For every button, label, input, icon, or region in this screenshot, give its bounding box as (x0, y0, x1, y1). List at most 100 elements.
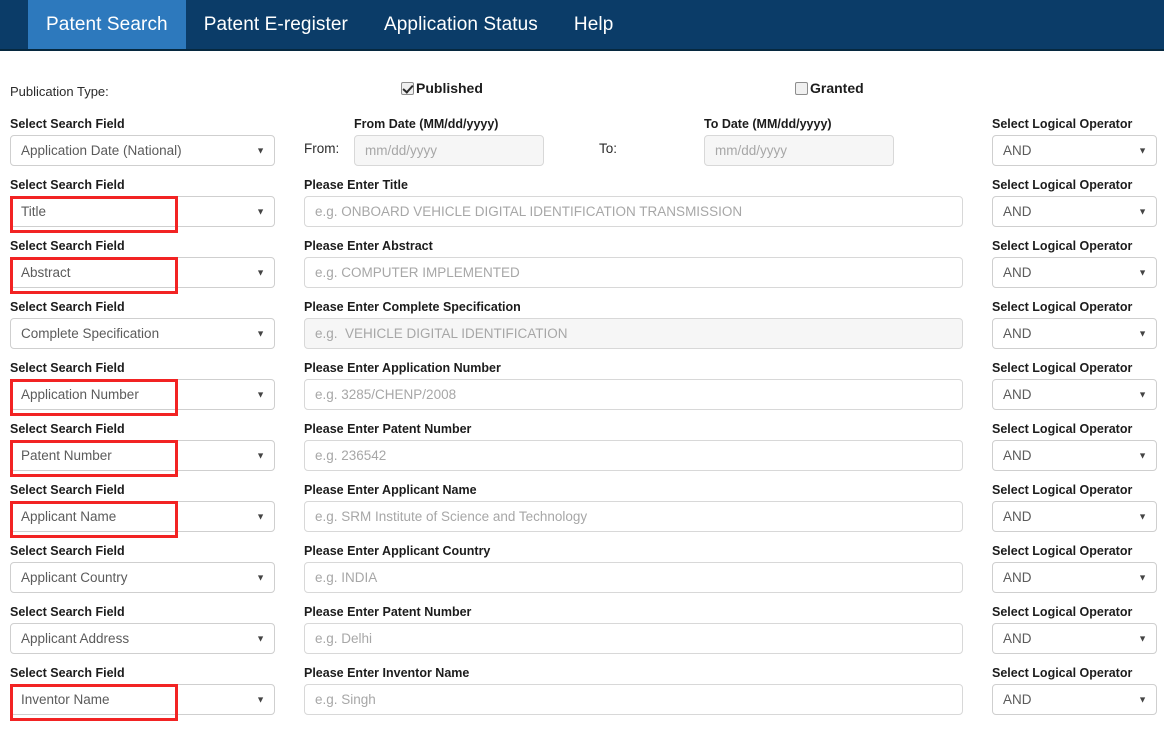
search-row: Select Search Field Applicant Address ▼ Ple… (0, 605, 1164, 666)
logical-operator-select[interactable]: AND ▼ (992, 257, 1157, 288)
search-input-label: Please Enter Patent Number (304, 605, 472, 619)
logical-operator-value: AND (1003, 265, 1032, 280)
search-field-select[interactable]: Application Number ▼ (10, 379, 275, 416)
search-field-value: Inventor Name (21, 692, 110, 707)
logical-operator-select[interactable]: AND ▼ (992, 440, 1157, 471)
logical-operator-label: Select Logical Operator (992, 117, 1133, 131)
logical-operator-value: AND (1003, 448, 1032, 463)
nav-tab-patent-e-register[interactable]: Patent E-register (186, 0, 366, 49)
search-input-label: Please Enter Applicant Name (304, 483, 477, 497)
search-text-input[interactable] (304, 196, 963, 227)
search-field-col: Select Search Field Inventor Name ▼ (10, 666, 275, 721)
logical-operator-value: AND (1003, 387, 1032, 402)
nav-tab-patent-search[interactable]: Patent Search (28, 0, 186, 49)
chevron-down-icon: ▼ (1138, 633, 1147, 643)
search-field-select[interactable]: Abstract ▼ (10, 257, 275, 294)
to-date-input[interactable] (704, 135, 894, 166)
search-text-input[interactable] (304, 440, 963, 471)
search-text-input[interactable] (304, 379, 963, 410)
chevron-down-icon: ▼ (256, 267, 265, 277)
search-value-col: Please Enter Applicant Country (304, 544, 963, 593)
logical-operator-col: Select Logical Operator AND ▼ (992, 422, 1157, 471)
from-prefix-label: From: (304, 141, 340, 156)
search-field-label: Select Search Field (10, 178, 125, 192)
search-row: Select Search Field Applicant Country ▼ Ple… (0, 544, 1164, 605)
search-field-col: Select Search Field Title ▼ (10, 178, 275, 233)
search-rows-container: Select Search Field Title ▼ Please Enter Ti… (0, 178, 1164, 727)
search-text-input[interactable] (304, 562, 963, 593)
logical-operator-select[interactable]: AND ▼ (992, 623, 1157, 654)
logical-operator-select[interactable]: AND ▼ (992, 379, 1157, 410)
search-input-label: Please Enter Title (304, 178, 408, 192)
nav-tab-help[interactable]: Help (556, 0, 631, 49)
logical-operator-select[interactable]: AND ▼ (992, 196, 1157, 227)
search-input-label: Please Enter Application Number (304, 361, 501, 375)
logical-operator-col: Select Logical Operator AND ▼ (992, 239, 1157, 288)
logical-operator-value: AND (1003, 143, 1032, 158)
logical-operator-value: AND (1003, 509, 1032, 524)
chevron-down-icon: ▼ (1138, 450, 1147, 460)
logical-operator-select[interactable]: AND ▼ (992, 318, 1157, 349)
search-value-col: Please Enter Inventor Name (304, 666, 963, 715)
search-field-select[interactable]: Complete Specification ▼ (10, 318, 275, 349)
search-input-label: Please Enter Patent Number (304, 422, 472, 436)
search-field-select[interactable]: Applicant Address ▼ (10, 623, 275, 654)
published-checkbox[interactable] (401, 81, 414, 95)
chevron-down-icon: ▼ (1138, 267, 1147, 277)
logical-operator-col: Select Logical Operator AND ▼ (992, 117, 1157, 166)
to-date-heading: To Date (MM/dd/yyyy) (704, 117, 832, 131)
published-checkbox-group[interactable]: Published (401, 80, 483, 96)
search-text-input[interactable] (304, 623, 963, 654)
nav-tab-application-status[interactable]: Application Status (366, 0, 556, 49)
search-row: Select Search Field Abstract ▼ Please Enter… (0, 239, 1164, 300)
search-field-select-application-date[interactable]: Application Date (National) ▼ (10, 135, 275, 166)
search-field-select[interactable]: Title ▼ (10, 196, 275, 233)
search-input-label: Please Enter Applicant Country (304, 544, 491, 558)
search-text-input[interactable] (304, 501, 963, 532)
search-field-label: Select Search Field (10, 666, 125, 680)
search-field-value: Patent Number (21, 448, 112, 463)
search-value-col: Please Enter Application Number (304, 361, 963, 410)
logical-operator-value: AND (1003, 326, 1032, 341)
search-text-input[interactable] (304, 318, 963, 349)
search-row: Select Search Field Complete Specificatio… (0, 300, 1164, 361)
search-field-select[interactable]: Inventor Name ▼ (10, 684, 275, 721)
chevron-down-icon: ▼ (1138, 694, 1147, 704)
search-text-input[interactable] (304, 257, 963, 288)
search-value-col: Please Enter Title (304, 178, 963, 227)
logical-operator-col: Select Logical Operator AND ▼ (992, 483, 1157, 532)
search-field-label: Select Search Field (10, 544, 125, 558)
logical-operator-label: Select Logical Operator (992, 300, 1133, 314)
search-field-select[interactable]: Applicant Name ▼ (10, 501, 275, 538)
logical-operator-label: Select Logical Operator (992, 361, 1133, 375)
logical-operator-select[interactable]: AND ▼ (992, 562, 1157, 593)
chevron-down-icon: ▼ (1138, 572, 1147, 582)
logical-operator-label: Select Logical Operator (992, 422, 1133, 436)
search-field-col: Select Search Field Patent Number ▼ (10, 422, 275, 477)
logical-operator-select[interactable]: AND ▼ (992, 684, 1157, 715)
logical-operator-col: Select Logical Operator AND ▼ (992, 605, 1157, 654)
search-text-input[interactable] (304, 684, 963, 715)
search-field-col: Select Search Field Abstract ▼ (10, 239, 275, 294)
nav-tab-label: Patent Search (46, 13, 168, 35)
from-date-heading: From Date (MM/dd/yyyy) (354, 117, 499, 131)
search-field-col: Select Search Field Application Number ▼ (10, 361, 275, 416)
from-date-input[interactable] (354, 135, 544, 166)
logical-operator-label: Select Logical Operator (992, 178, 1133, 192)
search-field-label: Select Search Field (10, 361, 125, 375)
search-input-label: Please Enter Complete Specification (304, 300, 521, 314)
search-field-select[interactable]: Applicant Country ▼ (10, 562, 275, 593)
granted-checkbox-group[interactable]: Granted (795, 80, 864, 96)
chevron-down-icon: ▼ (1138, 511, 1147, 521)
logical-operator-select[interactable]: AND ▼ (992, 135, 1157, 166)
nav-tab-label: Application Status (383, 13, 538, 35)
patent-search-form: Select Search Field Application Date (Na… (0, 117, 1164, 727)
logical-operator-select[interactable]: AND ▼ (992, 501, 1157, 532)
search-field-select[interactable]: Patent Number ▼ (10, 440, 275, 477)
granted-checkbox[interactable] (795, 81, 808, 95)
search-field-col: Select Search Field Complete Specificatio… (10, 300, 275, 349)
search-field-col: Select Search Field Applicant Address ▼ (10, 605, 275, 654)
to-prefix-label: To: (599, 141, 618, 156)
logical-operator-label: Select Logical Operator (992, 239, 1133, 253)
logical-operator-value: AND (1003, 631, 1032, 646)
